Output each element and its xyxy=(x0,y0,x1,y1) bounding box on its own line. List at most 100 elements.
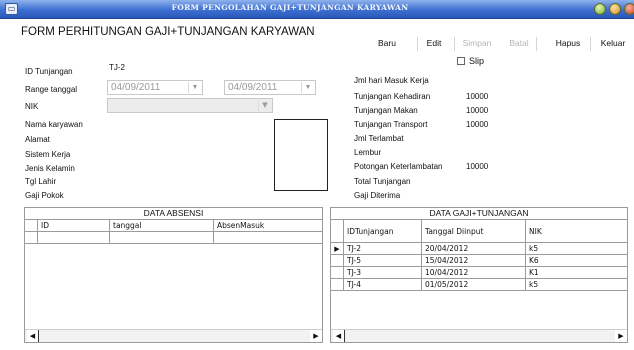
maximize-button[interactable] xyxy=(609,3,621,15)
gaji-table[interactable]: IDTunjangan Tanggal Diinput NIK ▶ TJ-2 2… xyxy=(330,219,628,291)
table-cell[interactable] xyxy=(109,231,214,244)
simpan-button[interactable]: Simpan xyxy=(462,35,492,52)
table-cell[interactable]: 01/05/2012 xyxy=(421,278,526,291)
slip-label: Slip xyxy=(469,56,485,66)
hapus-button[interactable]: Hapus xyxy=(554,35,582,52)
minimize-button[interactable] xyxy=(594,3,606,15)
gaji-grid-caption: DATA GAJI+TUNJANGAN xyxy=(429,208,529,218)
sistem-kerja-label: Sistem Kerja xyxy=(25,150,71,159)
toolbar-separator xyxy=(454,37,455,51)
table-cell[interactable]: k5 xyxy=(525,278,628,291)
nik-label: NIK xyxy=(25,102,39,111)
range-tanggal-label: Range tanggal xyxy=(25,85,78,94)
current-row-indicator-icon: ▶ xyxy=(330,242,344,255)
column-header-idtunjangan[interactable]: IDTunjangan xyxy=(343,219,422,243)
absensi-table[interactable]: ID tanggal AbsenMasuk xyxy=(24,219,323,244)
table-cell[interactable]: TJ-4 xyxy=(343,278,422,291)
column-header-absenmasuk[interactable]: AbsenMasuk xyxy=(213,219,323,232)
jml-terlambat-field[interactable] xyxy=(464,133,524,144)
row-indicator-header xyxy=(330,219,344,243)
column-header-id[interactable]: ID xyxy=(37,219,110,232)
table-cell[interactable]: TJ-2 xyxy=(343,242,422,255)
sistem-kerja-field[interactable] xyxy=(107,149,267,160)
date-to-picker[interactable]: 04/09/2011 ▼ xyxy=(224,80,316,95)
nama-karyawan-label: Nama karyawan xyxy=(25,120,83,129)
table-cell[interactable]: TJ-5 xyxy=(343,254,422,267)
table-cell[interactable]: k5 xyxy=(525,242,628,255)
table-row[interactable]: TJ-3 10/04/2012 K1 xyxy=(330,266,628,279)
table-row[interactable]: ▶ TJ-2 20/04/2012 k5 xyxy=(330,242,628,255)
alamat-field[interactable] xyxy=(107,134,267,145)
column-header-tanggal-diinput[interactable]: Tanggal Diinput xyxy=(421,219,526,243)
id-tunjangan-label: ID Tunjangan xyxy=(25,67,73,76)
potongan-keterlambatan-field[interactable]: 10000 xyxy=(466,162,488,171)
date-from-picker[interactable]: 04/09/2011 ▼ xyxy=(107,80,203,95)
row-indicator-cell xyxy=(330,266,344,279)
employee-photo-box xyxy=(274,119,328,191)
window-menu-icon[interactable]: ▭ xyxy=(5,3,18,15)
scroll-right-icon[interactable]: ▶ xyxy=(310,330,322,342)
table-cell[interactable]: 10/04/2012 xyxy=(421,266,526,279)
tgl-lahir-field[interactable] xyxy=(107,176,267,187)
id-tunjangan-field[interactable]: TJ-2 xyxy=(109,63,125,72)
gaji-diterima-label: Gaji Diterima xyxy=(354,191,401,200)
absensi-grid[interactable]: DATA ABSENSI ID tanggal AbsenMasuk ◀ ▶ xyxy=(24,207,323,343)
jml-hari-label: Jml hari Masuk Kerja xyxy=(354,76,429,85)
lembur-field[interactable] xyxy=(464,147,524,158)
nama-karyawan-field[interactable] xyxy=(107,119,267,130)
table-cell[interactable]: 20/04/2012 xyxy=(421,242,526,255)
slip-checkbox[interactable] xyxy=(457,57,465,65)
scroll-left-icon[interactable]: ◀ xyxy=(333,330,345,342)
horizontal-scrollbar[interactable]: ◀ ▶ xyxy=(331,329,627,342)
keluar-button[interactable]: Keluar xyxy=(599,35,627,52)
table-cell[interactable]: TJ-3 xyxy=(343,266,422,279)
window-title: FORM PENGOLAHAN GAJI+TUNJANGAN KARYAWAN xyxy=(171,3,409,12)
alamat-label: Alamat xyxy=(25,135,50,144)
baru-button[interactable]: Baru xyxy=(372,35,402,52)
column-header-tanggal[interactable]: tanggal xyxy=(109,219,214,232)
potongan-keterlambatan-label: Potongan Keterlambatan xyxy=(354,162,443,171)
tunjangan-transport-label: Tunjangan Transport xyxy=(354,120,428,129)
table-cell[interactable]: 15/04/2012 xyxy=(421,254,526,267)
edit-button[interactable]: Edit xyxy=(424,35,444,52)
form-header: FORM PERHITUNGAN GAJI+TUNJANGAN KARYAWAN xyxy=(21,26,315,38)
jenis-kelamin-field[interactable] xyxy=(107,163,267,174)
chevron-down-icon[interactable]: ▼ xyxy=(301,82,314,93)
title-bar[interactable]: ▭ FORM PENGOLAHAN GAJI+TUNJANGAN KARYAWA… xyxy=(0,0,634,19)
nik-combobox[interactable]: ▼ xyxy=(107,98,273,113)
row-indicator-cell xyxy=(330,278,344,291)
total-tunjangan-label: Total Tunjangan xyxy=(354,177,411,186)
table-cell[interactable] xyxy=(213,231,323,244)
scroll-right-icon[interactable]: ▶ xyxy=(615,330,627,342)
row-indicator-header xyxy=(24,219,38,232)
date-from-value: 04/09/2011 xyxy=(111,82,161,93)
table-row[interactable]: TJ-4 01/05/2012 k5 xyxy=(330,278,628,291)
gaji-tunjangan-grid[interactable]: DATA GAJI+TUNJANGAN IDTunjangan Tanggal … xyxy=(330,207,628,343)
gaji-pokok-field[interactable] xyxy=(107,190,267,201)
tunjangan-makan-field[interactable]: 10000 xyxy=(466,106,488,115)
tunjangan-kehadiran-field[interactable]: 10000 xyxy=(466,92,488,101)
jml-terlambat-label: Jml Terlambat xyxy=(354,134,404,143)
table-cell[interactable] xyxy=(37,231,110,244)
close-button[interactable] xyxy=(624,3,634,15)
gaji-pokok-label: Gaji Pokok xyxy=(25,191,64,200)
horizontal-scrollbar[interactable]: ◀ ▶ xyxy=(25,329,322,342)
chevron-down-icon[interactable]: ▼ xyxy=(188,82,201,93)
table-cell[interactable]: K1 xyxy=(525,266,628,279)
tunjangan-kehadiran-label: Tunjangan Kehadiran xyxy=(354,92,431,101)
table-row[interactable]: TJ-5 15/04/2012 K6 xyxy=(330,254,628,267)
table-cell[interactable]: K6 xyxy=(525,254,628,267)
jenis-kelamin-label: Jenis Kelamin xyxy=(25,164,75,173)
date-to-value: 04/09/2011 xyxy=(228,82,278,93)
column-header-nik[interactable]: NIK xyxy=(525,219,628,243)
total-tunjangan-field[interactable] xyxy=(464,176,524,187)
row-indicator-cell xyxy=(24,231,38,244)
tunjangan-transport-field[interactable]: 10000 xyxy=(466,120,488,129)
tgl-lahir-label: Tgl Lahir xyxy=(25,177,57,186)
chevron-down-icon[interactable]: ▼ xyxy=(258,100,271,111)
gaji-diterima-field[interactable] xyxy=(464,190,524,201)
row-indicator-cell xyxy=(330,254,344,267)
toolbar-separator xyxy=(417,37,418,51)
scroll-left-icon[interactable]: ◀ xyxy=(27,330,39,342)
batal-button[interactable]: Batal xyxy=(508,35,530,52)
